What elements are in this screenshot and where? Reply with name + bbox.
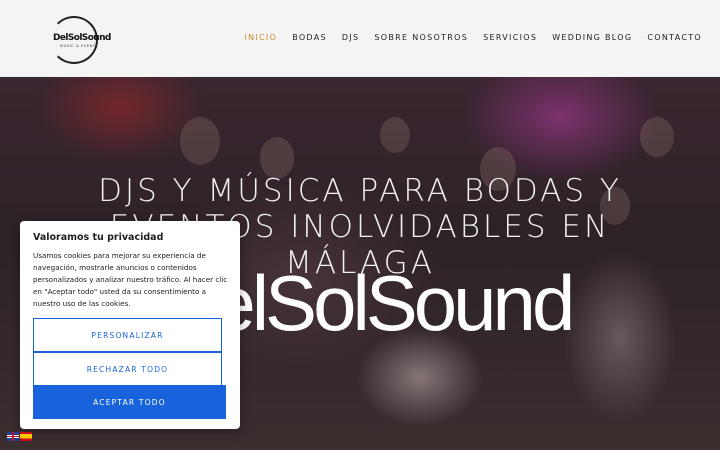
nav-item-servicios[interactable]: SERVICIOS bbox=[483, 33, 537, 42]
nav-item-contacto[interactable]: CONTACTO bbox=[647, 33, 702, 42]
nav-item-bodas[interactable]: BODAS bbox=[292, 33, 327, 42]
spanish-flag-icon[interactable] bbox=[20, 432, 32, 441]
cookie-title: Valoramos tu privacidad bbox=[33, 232, 164, 243]
nav-item-sobre-nosotros[interactable]: SOBRE NOSOTROS bbox=[374, 33, 468, 42]
cookie-description: Usamos cookies para mejorar su experienc… bbox=[33, 251, 228, 308]
crowd-photo-detail bbox=[380, 117, 410, 153]
cookie-consent-dialog: Valoramos tu privacidad Usamos cookies p… bbox=[20, 221, 240, 429]
crowd-photo-detail bbox=[640, 117, 674, 157]
nav-item-inicio[interactable]: INICIO bbox=[244, 33, 277, 42]
english-flag-icon[interactable] bbox=[7, 432, 19, 441]
site-logo[interactable]: DelSolSound MUSIC & EVENTS bbox=[50, 16, 111, 64]
reject-all-button[interactable]: RECHAZAR TODO bbox=[33, 352, 222, 386]
crowd-photo-detail bbox=[180, 117, 220, 165]
language-switcher bbox=[7, 432, 32, 441]
nav-item-djs[interactable]: DJS bbox=[342, 33, 360, 42]
logo-tagline: MUSIC & EVENTS bbox=[60, 44, 99, 48]
site-header: DelSolSound MUSIC & EVENTS INICIO BODAS … bbox=[0, 0, 720, 77]
nav-item-wedding-blog[interactable]: WEDDING BLOG bbox=[552, 33, 632, 42]
main-nav: INICIO BODAS DJS SOBRE NOSOTROS SERVICIO… bbox=[229, 33, 702, 42]
customize-button[interactable]: PERSONALIZAR bbox=[33, 318, 222, 352]
logo-wordmark: DelSolSound bbox=[53, 33, 111, 43]
accept-all-button[interactable]: ACEPTAR TODO bbox=[33, 385, 226, 419]
